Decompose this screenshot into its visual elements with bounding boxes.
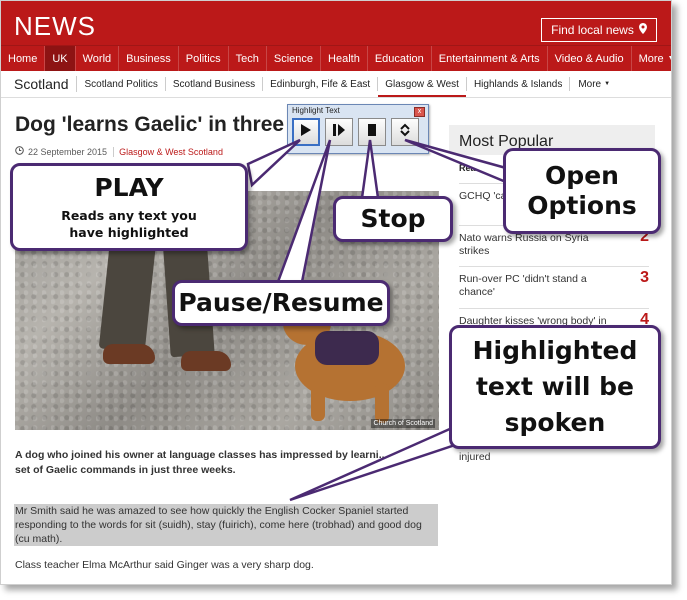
site-logo[interactable]: NEWS — [14, 11, 96, 42]
photo-credit: Church of Scotland — [371, 419, 435, 428]
article-category-link[interactable]: Glasgow & West Scotland — [113, 146, 223, 157]
play-icon — [300, 123, 312, 142]
expand-collapse-icon — [398, 123, 412, 142]
shoe-left — [103, 344, 155, 364]
callout-pause-resume: Pause/Resume — [172, 280, 390, 326]
callout-stop-label: Stop — [360, 204, 426, 233]
open-options-button[interactable] — [391, 118, 419, 146]
toolbar-title: Highlight Text — [292, 106, 340, 115]
caret-down-icon: ▼ — [668, 55, 671, 62]
nav-item-uk[interactable]: UK — [45, 46, 76, 71]
pause-resume-button[interactable] — [325, 118, 353, 146]
nav-item-politics[interactable]: Politics — [179, 46, 229, 71]
nav-item-entertainment[interactable]: Entertainment & Arts — [432, 46, 548, 71]
nav-item-business[interactable]: Business — [119, 46, 179, 71]
shoe-right — [181, 351, 231, 371]
most-popular-item-text: Run-over PC 'didn't stand a chance' — [459, 273, 587, 298]
most-popular-tab-read[interactable]: Read — [459, 163, 481, 173]
article-dateline: 22 September 2015 Glasgow & West Scotlan… — [15, 146, 223, 157]
site-header: NEWS Find local news — [1, 1, 671, 45]
callout-stop: Stop — [333, 196, 453, 242]
callout-play-desc: Reads any text you have highlighted — [61, 208, 197, 240]
subnav-item-highlands[interactable]: Highlands & Islands — [465, 77, 571, 91]
region-title[interactable]: Scotland — [1, 76, 78, 92]
nav-item-more[interactable]: More ▼ — [632, 46, 671, 71]
dog-leg — [311, 381, 325, 421]
clock-icon — [15, 146, 24, 157]
subnav-item-glasgow-west[interactable]: Glasgow & West — [378, 77, 466, 97]
nav-item-video-audio[interactable]: Video & Audio — [548, 46, 632, 71]
dog-leg-2 — [375, 383, 389, 423]
article-intro: A dog who joined his owner at language c… — [15, 449, 388, 476]
most-popular-item-text: injured — [459, 451, 491, 463]
pause-resume-icon — [332, 123, 346, 142]
stop-icon — [366, 123, 378, 142]
nav-more-label: More — [638, 52, 664, 65]
article-headline: Dog 'learns Gaelic' in three — [15, 113, 285, 136]
callout-play-title: PLAY — [94, 173, 164, 202]
location-pin-icon — [638, 23, 647, 37]
callout-options-label: Open Options — [527, 161, 637, 220]
region-subnav: Scotland Scotland Politics Scotland Busi… — [1, 71, 671, 98]
nav-item-home[interactable]: Home — [1, 46, 46, 71]
callout-play: PLAY Reads any text you have highlighted — [10, 163, 248, 251]
subnav-more-label: More — [578, 78, 602, 90]
subnav-more[interactable]: More ▼ — [570, 79, 618, 90]
main-nav: Home UK World Business Politics Tech Sci… — [1, 45, 671, 71]
callout-open-options: Open Options — [503, 148, 661, 234]
find-local-label: Find local news — [551, 23, 634, 37]
stop-button[interactable] — [358, 118, 386, 146]
highlighted-paragraph[interactable]: Mr Smith said he was amazed to see how q… — [15, 504, 435, 546]
most-popular-item[interactable]: Run-over PC 'didn't stand a chance' 3 — [459, 266, 649, 299]
most-popular-rank: 3 — [640, 269, 649, 286]
article-date: 22 September 2015 — [28, 146, 108, 157]
subnav-item-scotland-politics[interactable]: Scotland Politics — [77, 77, 166, 91]
highlight-text-toolbar: Highlight Text x — [287, 104, 429, 154]
nav-item-tech[interactable]: Tech — [229, 46, 267, 71]
callout-highlighted-text: Highlighted text will be spoken — [449, 325, 661, 449]
callout-highlighted-label: Highlighted text will be spoken — [472, 336, 638, 437]
nav-item-health[interactable]: Health — [321, 46, 368, 71]
play-button[interactable] — [292, 118, 320, 146]
dog-harness — [315, 331, 379, 365]
article-paragraph: Class teacher Elma McArthur said Ginger … — [15, 559, 314, 571]
nav-item-world[interactable]: World — [76, 46, 120, 71]
close-icon[interactable]: x — [414, 107, 425, 117]
find-local-news-button[interactable]: Find local news — [541, 18, 657, 42]
callout-pause-label: Pause/Resume — [178, 288, 384, 317]
subnav-item-scotland-business[interactable]: Scotland Business — [166, 77, 264, 91]
nav-item-science[interactable]: Science — [267, 46, 322, 71]
most-popular-item-text: Nato warns Russia on Syria strikes — [459, 232, 589, 257]
subnav-item-edinburgh[interactable]: Edinburgh, Fife & East — [263, 77, 379, 91]
nav-item-education[interactable]: Education — [368, 46, 432, 71]
caret-down-icon: ▼ — [604, 81, 611, 87]
